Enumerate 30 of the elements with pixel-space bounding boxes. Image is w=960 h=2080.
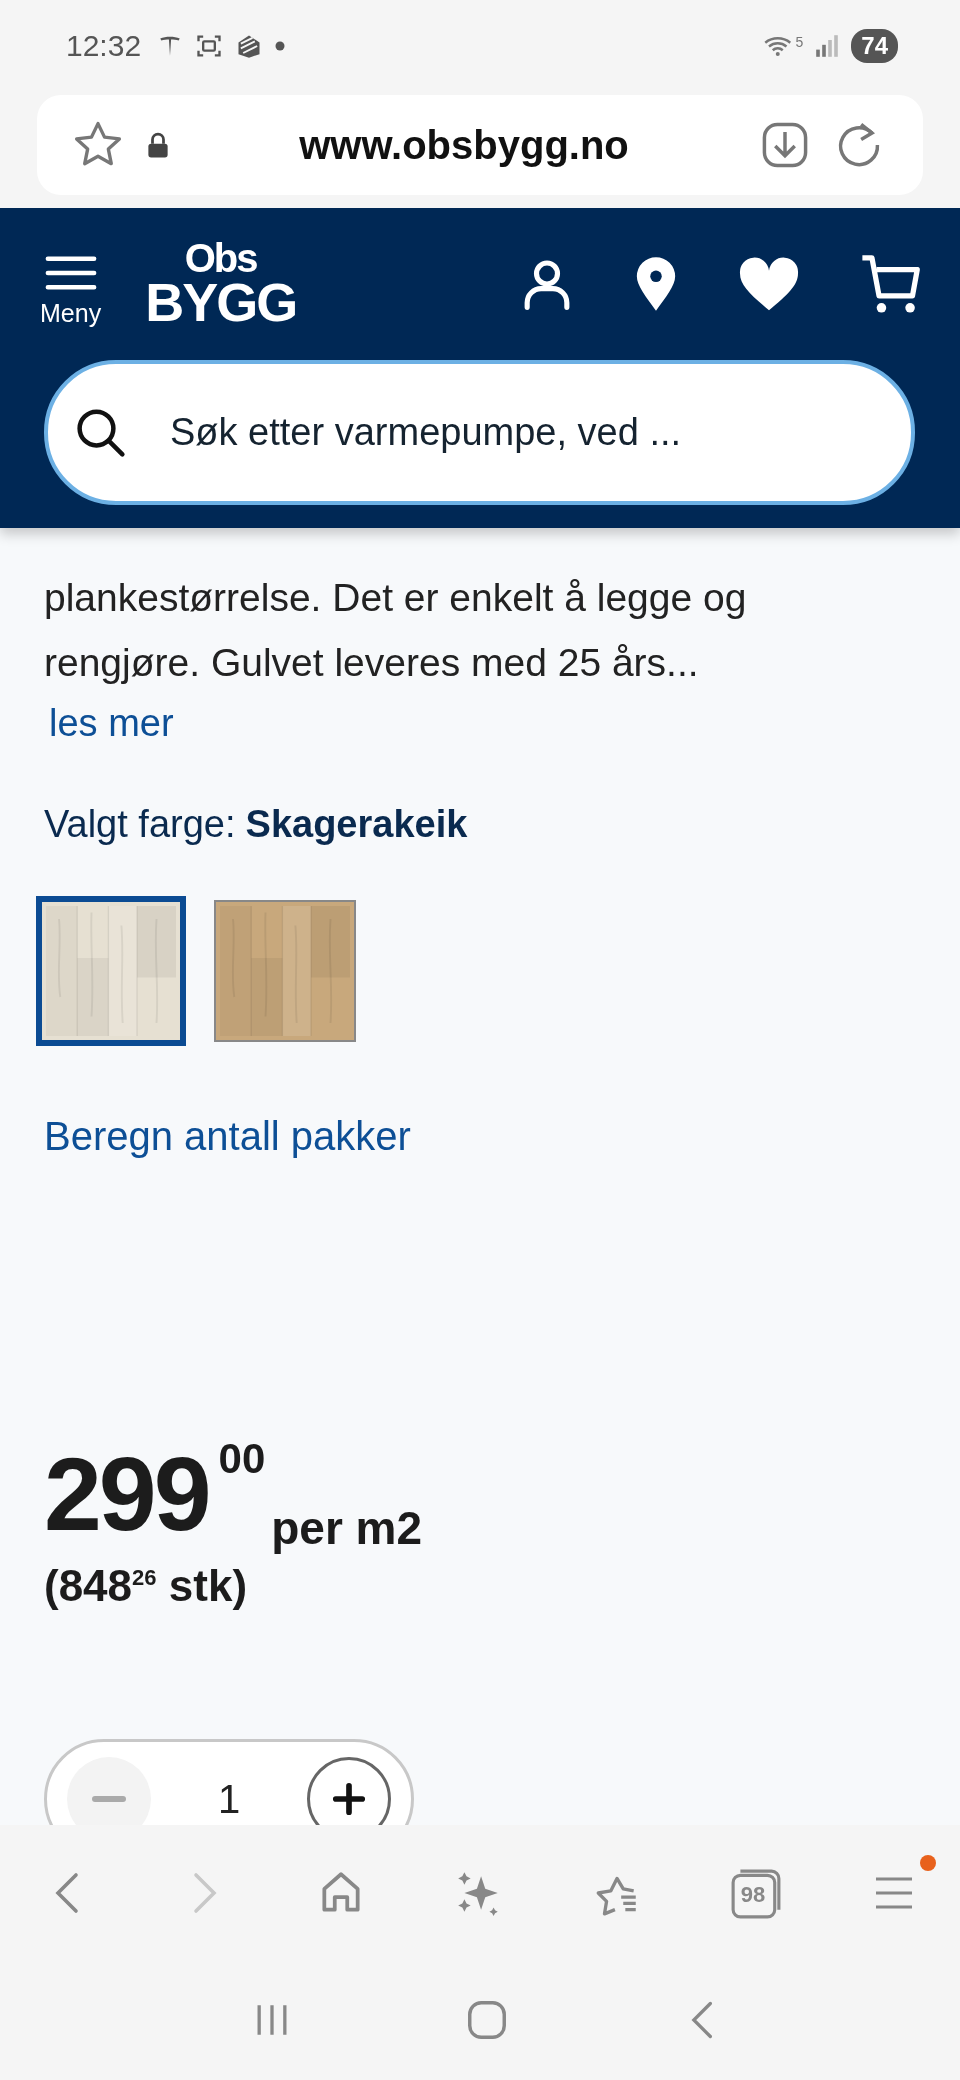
quantity-value: 1 <box>217 1776 241 1822</box>
calculate-packages-link[interactable]: Beregn antall pakker <box>44 1114 411 1159</box>
status-time: 12:32 <box>66 29 142 63</box>
cart-icon[interactable] <box>859 253 923 315</box>
price-per-piece: (848$^{26}$ stk) <box>44 1561 248 1611</box>
store-logo[interactable]: Obs BYGG <box>145 239 297 329</box>
price-unit: per m2 <box>271 1501 423 1555</box>
menu-icon <box>43 254 98 291</box>
price-cents: 00 <box>218 1435 266 1483</box>
color-swatch[interactable] <box>214 900 356 1042</box>
notification-dot-icon <box>275 41 286 51</box>
search-field[interactable]: Søk etter varmepumpe, ved ... <box>44 360 915 505</box>
url-text: www.obsbygg.no <box>298 122 630 168</box>
product-description: plankestørrelse. Det er enkelt å legge og rengjøre. Gulvet leveres med 25 års... <box>44 575 748 686</box>
plus-icon <box>332 1782 366 1816</box>
menu-button[interactable]: Meny <box>40 254 102 328</box>
color-swatch[interactable] <box>36 896 186 1046</box>
battery-level: 74 <box>851 29 898 63</box>
heart-icon[interactable] <box>737 255 801 313</box>
address-bar[interactable]: www.obsbygg.no <box>37 95 923 195</box>
increment-button[interactable] <box>307 1757 391 1825</box>
search-input[interactable]: Søk etter varmepumpe, ved ... <box>168 410 911 455</box>
lock-icon <box>147 131 169 159</box>
minus-icon <box>91 1795 127 1803</box>
chosen-color-label: Valgt farge: <box>44 803 236 846</box>
signal-icon <box>815 34 840 58</box>
price-whole: 299 <box>44 1449 209 1539</box>
chosen-color-value: Skagerakeik <box>245 803 468 846</box>
read-more-link[interactable]: les mer <box>49 695 174 751</box>
wifi-band-label: 5 <box>795 34 804 50</box>
